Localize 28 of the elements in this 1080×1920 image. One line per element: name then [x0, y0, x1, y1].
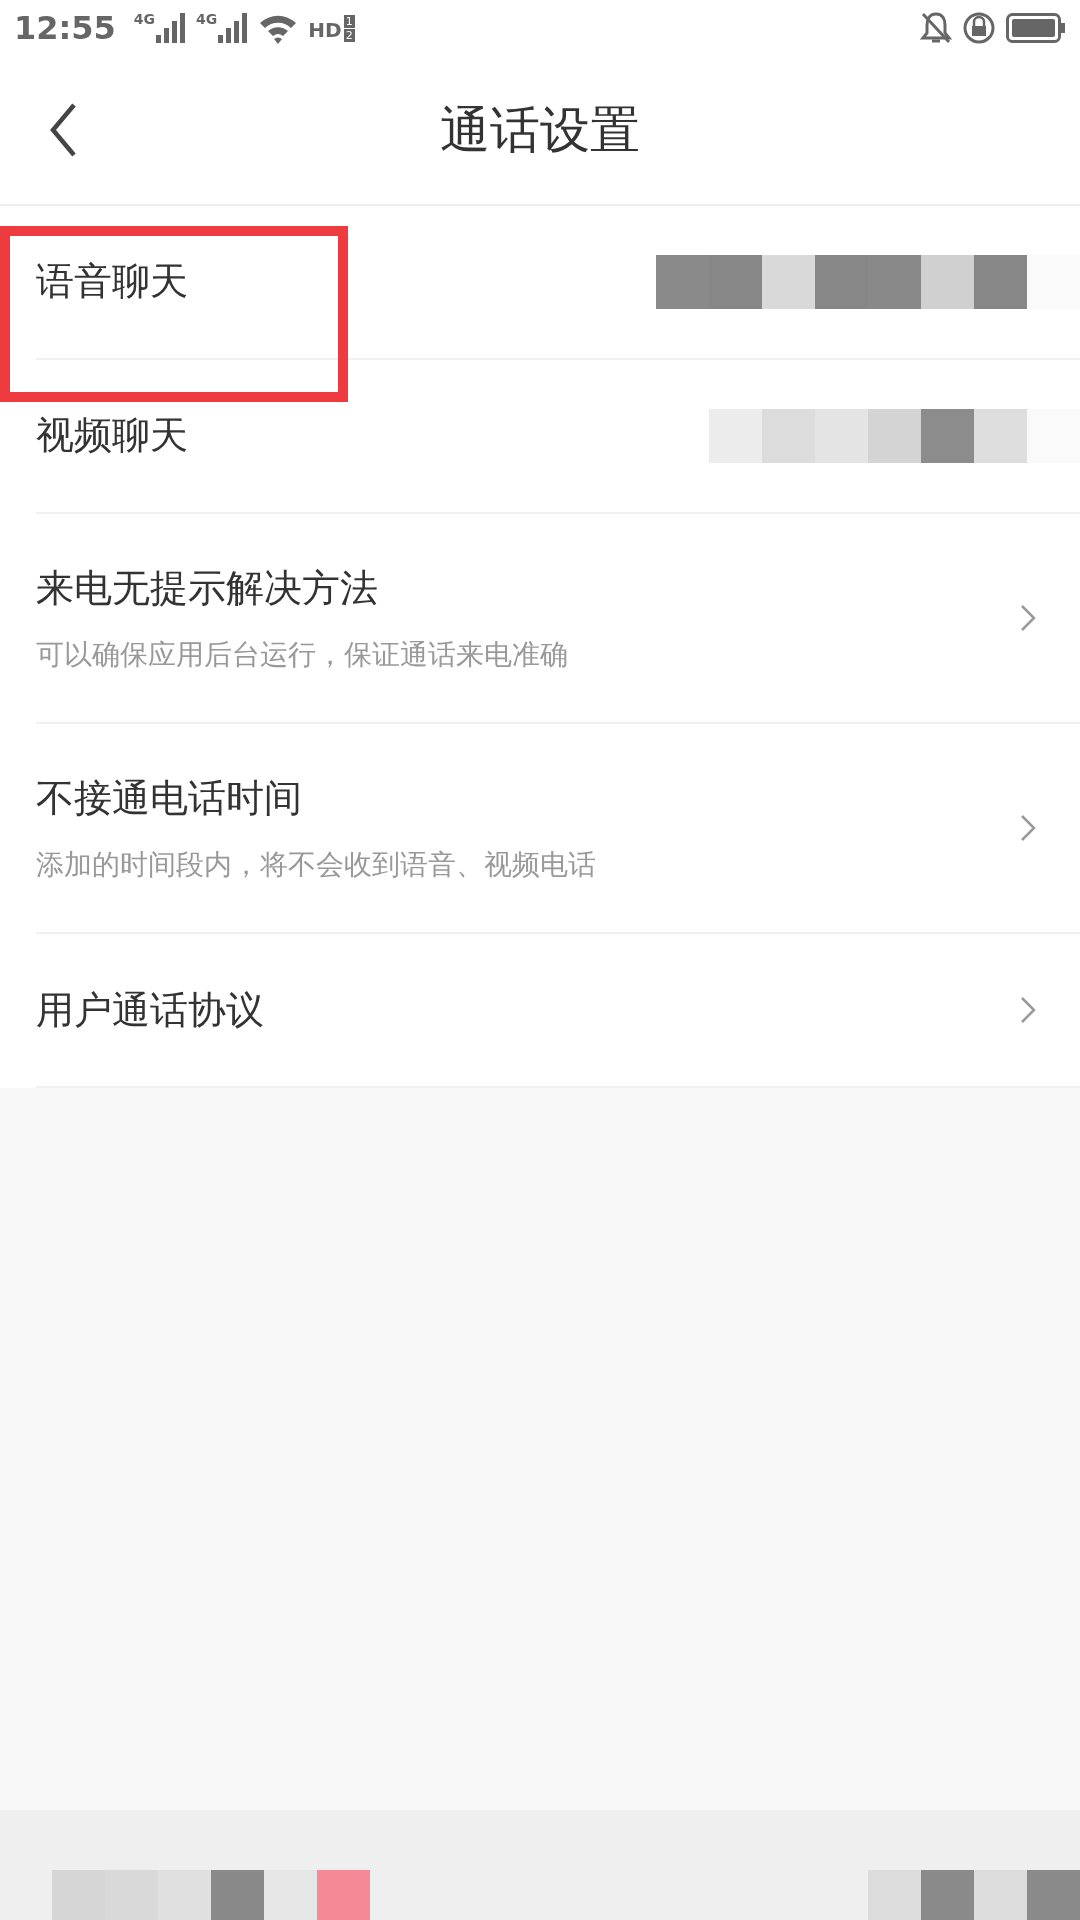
settings-row[interactable]: 视频聊天 [36, 360, 1080, 514]
setting-title: 视频聊天 [36, 412, 189, 459]
network-label: 4G [133, 11, 156, 27]
setting-title: 语音聊天 [36, 258, 189, 305]
chevron-left-icon [48, 102, 78, 158]
sim-number: 2 [343, 28, 355, 42]
setting-title: 用户通话协议 [36, 986, 265, 1034]
battery-icon [1006, 13, 1066, 43]
network-label: 4G [196, 11, 218, 27]
settings-row[interactable]: 用户通话协议 [36, 934, 1080, 1088]
chevron-right-icon [1020, 996, 1036, 1024]
chevron-right-icon [1020, 604, 1036, 632]
sim-number: 1 [343, 14, 355, 28]
chevron-right-icon [1020, 814, 1036, 842]
signal-icon [156, 13, 187, 43]
clock-time: 12:55 [14, 9, 116, 47]
settings-row[interactable]: 语音聊天 [36, 206, 1080, 360]
rotation-lock-icon [962, 11, 996, 45]
setting-title: 来电无提示解决方法 [36, 564, 379, 612]
settings-row[interactable]: 不接通电话时间 添加的时间段内，将不会收到语音、视频电话 [36, 724, 1080, 934]
signal-icon [218, 13, 249, 43]
setting-title: 不接通电话时间 [36, 774, 303, 822]
setting-description: 可以确保应用后台运行，保证通话来电准确 [36, 636, 569, 673]
settings-row[interactable]: 来电无提示解决方法 可以确保应用后台运行，保证通话来电准确 [36, 514, 1080, 724]
muted-bell-icon [920, 11, 952, 45]
page-title: 通话设置 [439, 99, 641, 161]
setting-description: 添加的时间段内，将不会收到语音、视频电话 [36, 846, 597, 883]
hd-label: HD [308, 17, 342, 42]
